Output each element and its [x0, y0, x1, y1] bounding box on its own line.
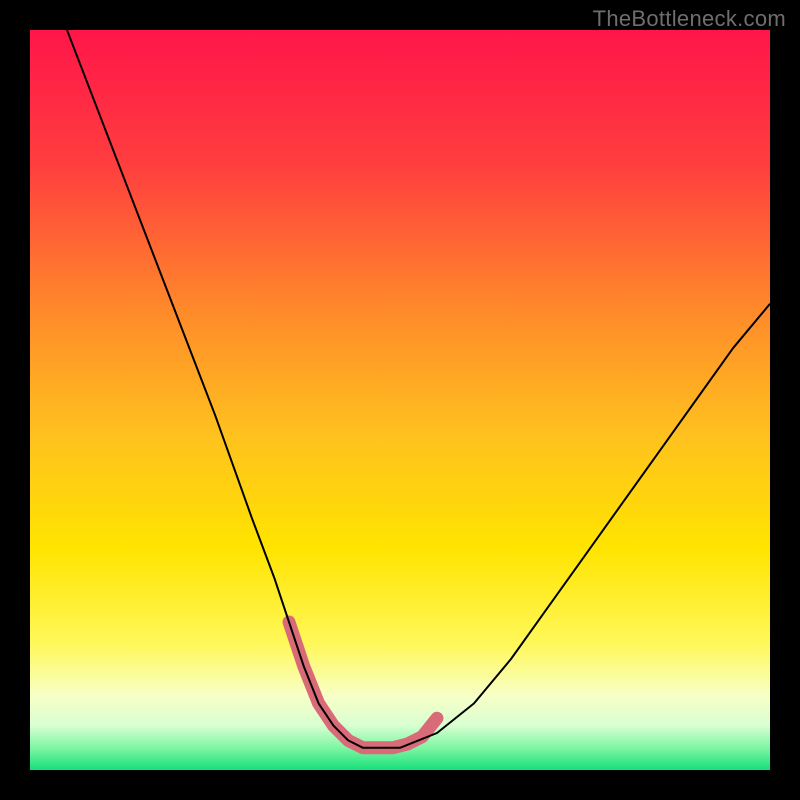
- chart-svg: [0, 0, 800, 800]
- chart-root: TheBottleneck.com: [0, 0, 800, 800]
- watermark-label: TheBottleneck.com: [593, 6, 786, 32]
- plot-background: [30, 30, 770, 770]
